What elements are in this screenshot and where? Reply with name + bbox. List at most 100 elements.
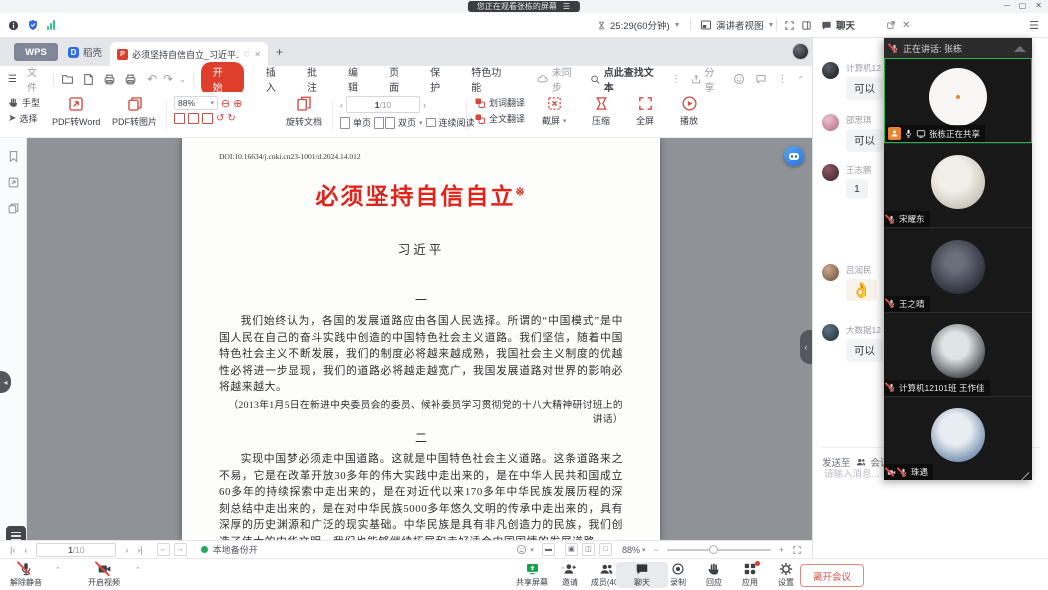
- watching-banner[interactable]: 您正在观看张栋的屏幕 ☰: [468, 1, 580, 12]
- meeting-info-icon[interactable]: [8, 13, 19, 37]
- undo-icon[interactable]: ↶: [147, 72, 157, 86]
- avatar[interactable]: [822, 264, 839, 281]
- full-translate-button[interactable]: 全文翻译: [474, 112, 525, 125]
- prev-page-icon[interactable]: ‹: [340, 100, 343, 110]
- tab-insert[interactable]: 插入: [266, 64, 285, 94]
- bookmark-icon[interactable]: [7, 150, 20, 163]
- next-page-icon[interactable]: ›: [423, 100, 426, 110]
- wps-assistant-button[interactable]: [784, 146, 804, 166]
- share-button[interactable]: 分享: [691, 64, 723, 94]
- minimize-button[interactable]: ─: [1004, 0, 1010, 12]
- overflow-icon[interactable]: ⋮: [777, 74, 787, 85]
- tab-start[interactable]: 开始: [201, 62, 244, 96]
- wps-home-button[interactable]: WPS: [14, 43, 58, 61]
- video-tile[interactable]: 珠遇: [884, 396, 1032, 480]
- first-page-icon[interactable]: |‹: [10, 545, 15, 555]
- word-translate-button[interactable]: 划词翻译: [474, 96, 525, 109]
- fit-width-icon[interactable]: [188, 113, 199, 124]
- tab-active-document[interactable]: P 必须坚持自信自立_习近平.pdf ♡ ✕: [110, 42, 268, 66]
- speaking-header[interactable]: 正在讲话: 张栋 ◢◣: [884, 38, 1032, 58]
- avatar[interactable]: [822, 62, 839, 79]
- avatar[interactable]: [822, 164, 839, 181]
- hamburger-menu-icon[interactable]: ☰: [8, 74, 17, 85]
- eye-protect-toggle[interactable]: ▾: [516, 544, 534, 555]
- chat-close-icon[interactable]: ✕: [902, 13, 910, 37]
- pdf-to-word-button[interactable]: PDF转Word: [52, 95, 100, 128]
- maximize-button[interactable]: ▢: [1019, 0, 1027, 12]
- avatar[interactable]: [822, 324, 839, 341]
- continuous-read-button[interactable]: 连续阅读: [426, 116, 475, 129]
- pdf-to-image-button[interactable]: PDF转图片: [112, 95, 157, 128]
- compress-button[interactable]: 压缩: [592, 95, 610, 127]
- statusbar-zoom-value[interactable]: 88%: [622, 545, 640, 555]
- video-tile-sharing[interactable]: 张栋正在共享: [884, 58, 1032, 143]
- side-panel-icon[interactable]: [801, 13, 812, 37]
- avatar[interactable]: [822, 114, 839, 131]
- collapse-ribbon-caret[interactable]: ⌃: [797, 75, 804, 84]
- video-tile[interactable]: 宋耀东: [884, 143, 1032, 227]
- mic-options-caret[interactable]: ⌃: [55, 566, 61, 574]
- video-tile[interactable]: 计算机12101班 王作佳: [884, 312, 1032, 396]
- meeting-timer[interactable]: 25:29(60分钟) ▼: [597, 13, 681, 37]
- rotate-right-icon[interactable]: ↻: [227, 113, 235, 124]
- file-menu[interactable]: 文件: [27, 64, 46, 94]
- open-file-icon[interactable]: [61, 73, 74, 86]
- video-tile[interactable]: 王之晴: [884, 227, 1032, 311]
- copy-icon[interactable]: [7, 202, 20, 215]
- select-tool[interactable]: ➤选择: [8, 112, 40, 125]
- hand-tool[interactable]: 手型: [8, 96, 40, 109]
- rotate-left-icon[interactable]: ↺: [216, 113, 224, 124]
- redo-icon[interactable]: ↷: [163, 72, 173, 86]
- pdf-page[interactable]: DOI:10.16634/j.cnki.cn23-1001/d.2024.14.…: [182, 138, 660, 540]
- user-avatar[interactable]: [792, 43, 809, 60]
- fit-selection-icon[interactable]: [202, 113, 213, 124]
- collapse-panel-handle[interactable]: ‹: [800, 330, 812, 364]
- speaker-view-toggle[interactable]: 演讲者视图 ▼: [700, 13, 774, 37]
- video-grid-window[interactable]: 正在讲话: 张栋 ◢◣ 张栋正在共享 宋耀东: [884, 38, 1032, 480]
- tab-features[interactable]: 特色功能: [471, 64, 509, 94]
- zoom-out-icon[interactable]: ⊖: [221, 97, 230, 110]
- more-options-icon[interactable]: ⋮: [671, 74, 681, 85]
- security-shield-icon[interactable]: [27, 13, 39, 37]
- page-number-box[interactable]: 1/10: [346, 96, 420, 113]
- back-icon[interactable]: ←: [157, 543, 170, 556]
- screenshot-button[interactable]: 截屏▾: [542, 95, 567, 127]
- new-tab-button[interactable]: +: [276, 45, 283, 59]
- sticker-icon[interactable]: [733, 73, 745, 85]
- fullscreen-status-icon[interactable]: [792, 545, 802, 555]
- comment-bubble-icon[interactable]: [755, 73, 767, 85]
- close-tab-icon[interactable]: ✕: [254, 50, 261, 59]
- zoom-in-button[interactable]: +: [779, 545, 784, 555]
- panel-menu-icon[interactable]: ☰: [1029, 13, 1039, 37]
- find-text-button[interactable]: 点此查找文本: [590, 64, 661, 94]
- fullscreen-icon[interactable]: [784, 13, 795, 37]
- chat-popout-icon[interactable]: [886, 13, 896, 37]
- tab-docer[interactable]: D 稻壳: [68, 43, 102, 61]
- save-icon[interactable]: [82, 73, 95, 86]
- fit-page-icon[interactable]: [174, 113, 185, 124]
- annotation-tools-button[interactable]: [6, 526, 26, 540]
- zoom-slider-knob[interactable]: [709, 545, 718, 554]
- zoom-combobox[interactable]: 88%▾: [174, 96, 218, 110]
- backup-status[interactable]: 本地备份开: [213, 543, 258, 556]
- print-icon[interactable]: [103, 73, 116, 86]
- tab-protect[interactable]: 保护: [430, 64, 449, 94]
- rotate-document-button[interactable]: 旋转文档: [286, 95, 322, 128]
- prev-page-icon[interactable]: ‹: [24, 545, 27, 555]
- forward-icon[interactable]: →: [174, 543, 187, 556]
- page-fit-icon[interactable]: ▣: [565, 543, 578, 556]
- last-page-icon[interactable]: ›|: [137, 545, 142, 555]
- document-viewport[interactable]: DOI:10.16634/j.cnki.cn23-1001/d.2024.14.…: [0, 138, 812, 540]
- full-fit-icon[interactable]: □: [599, 543, 612, 556]
- next-page-icon[interactable]: ›: [125, 545, 128, 555]
- tab-page[interactable]: 页面: [389, 64, 408, 94]
- leave-meeting-button[interactable]: 离开会议: [800, 564, 864, 587]
- resize-handle[interactable]: [1020, 468, 1030, 478]
- print-preview-icon[interactable]: [124, 73, 137, 86]
- banner-menu-icon[interactable]: ☰: [563, 1, 571, 12]
- favorite-icon[interactable]: ♡: [243, 50, 250, 59]
- play-button[interactable]: 播放: [680, 95, 698, 127]
- more-tools-caret[interactable]: ⌄: [179, 75, 186, 84]
- double-page-button[interactable]: 双页▾: [374, 116, 423, 129]
- zoom-slider[interactable]: [667, 549, 771, 551]
